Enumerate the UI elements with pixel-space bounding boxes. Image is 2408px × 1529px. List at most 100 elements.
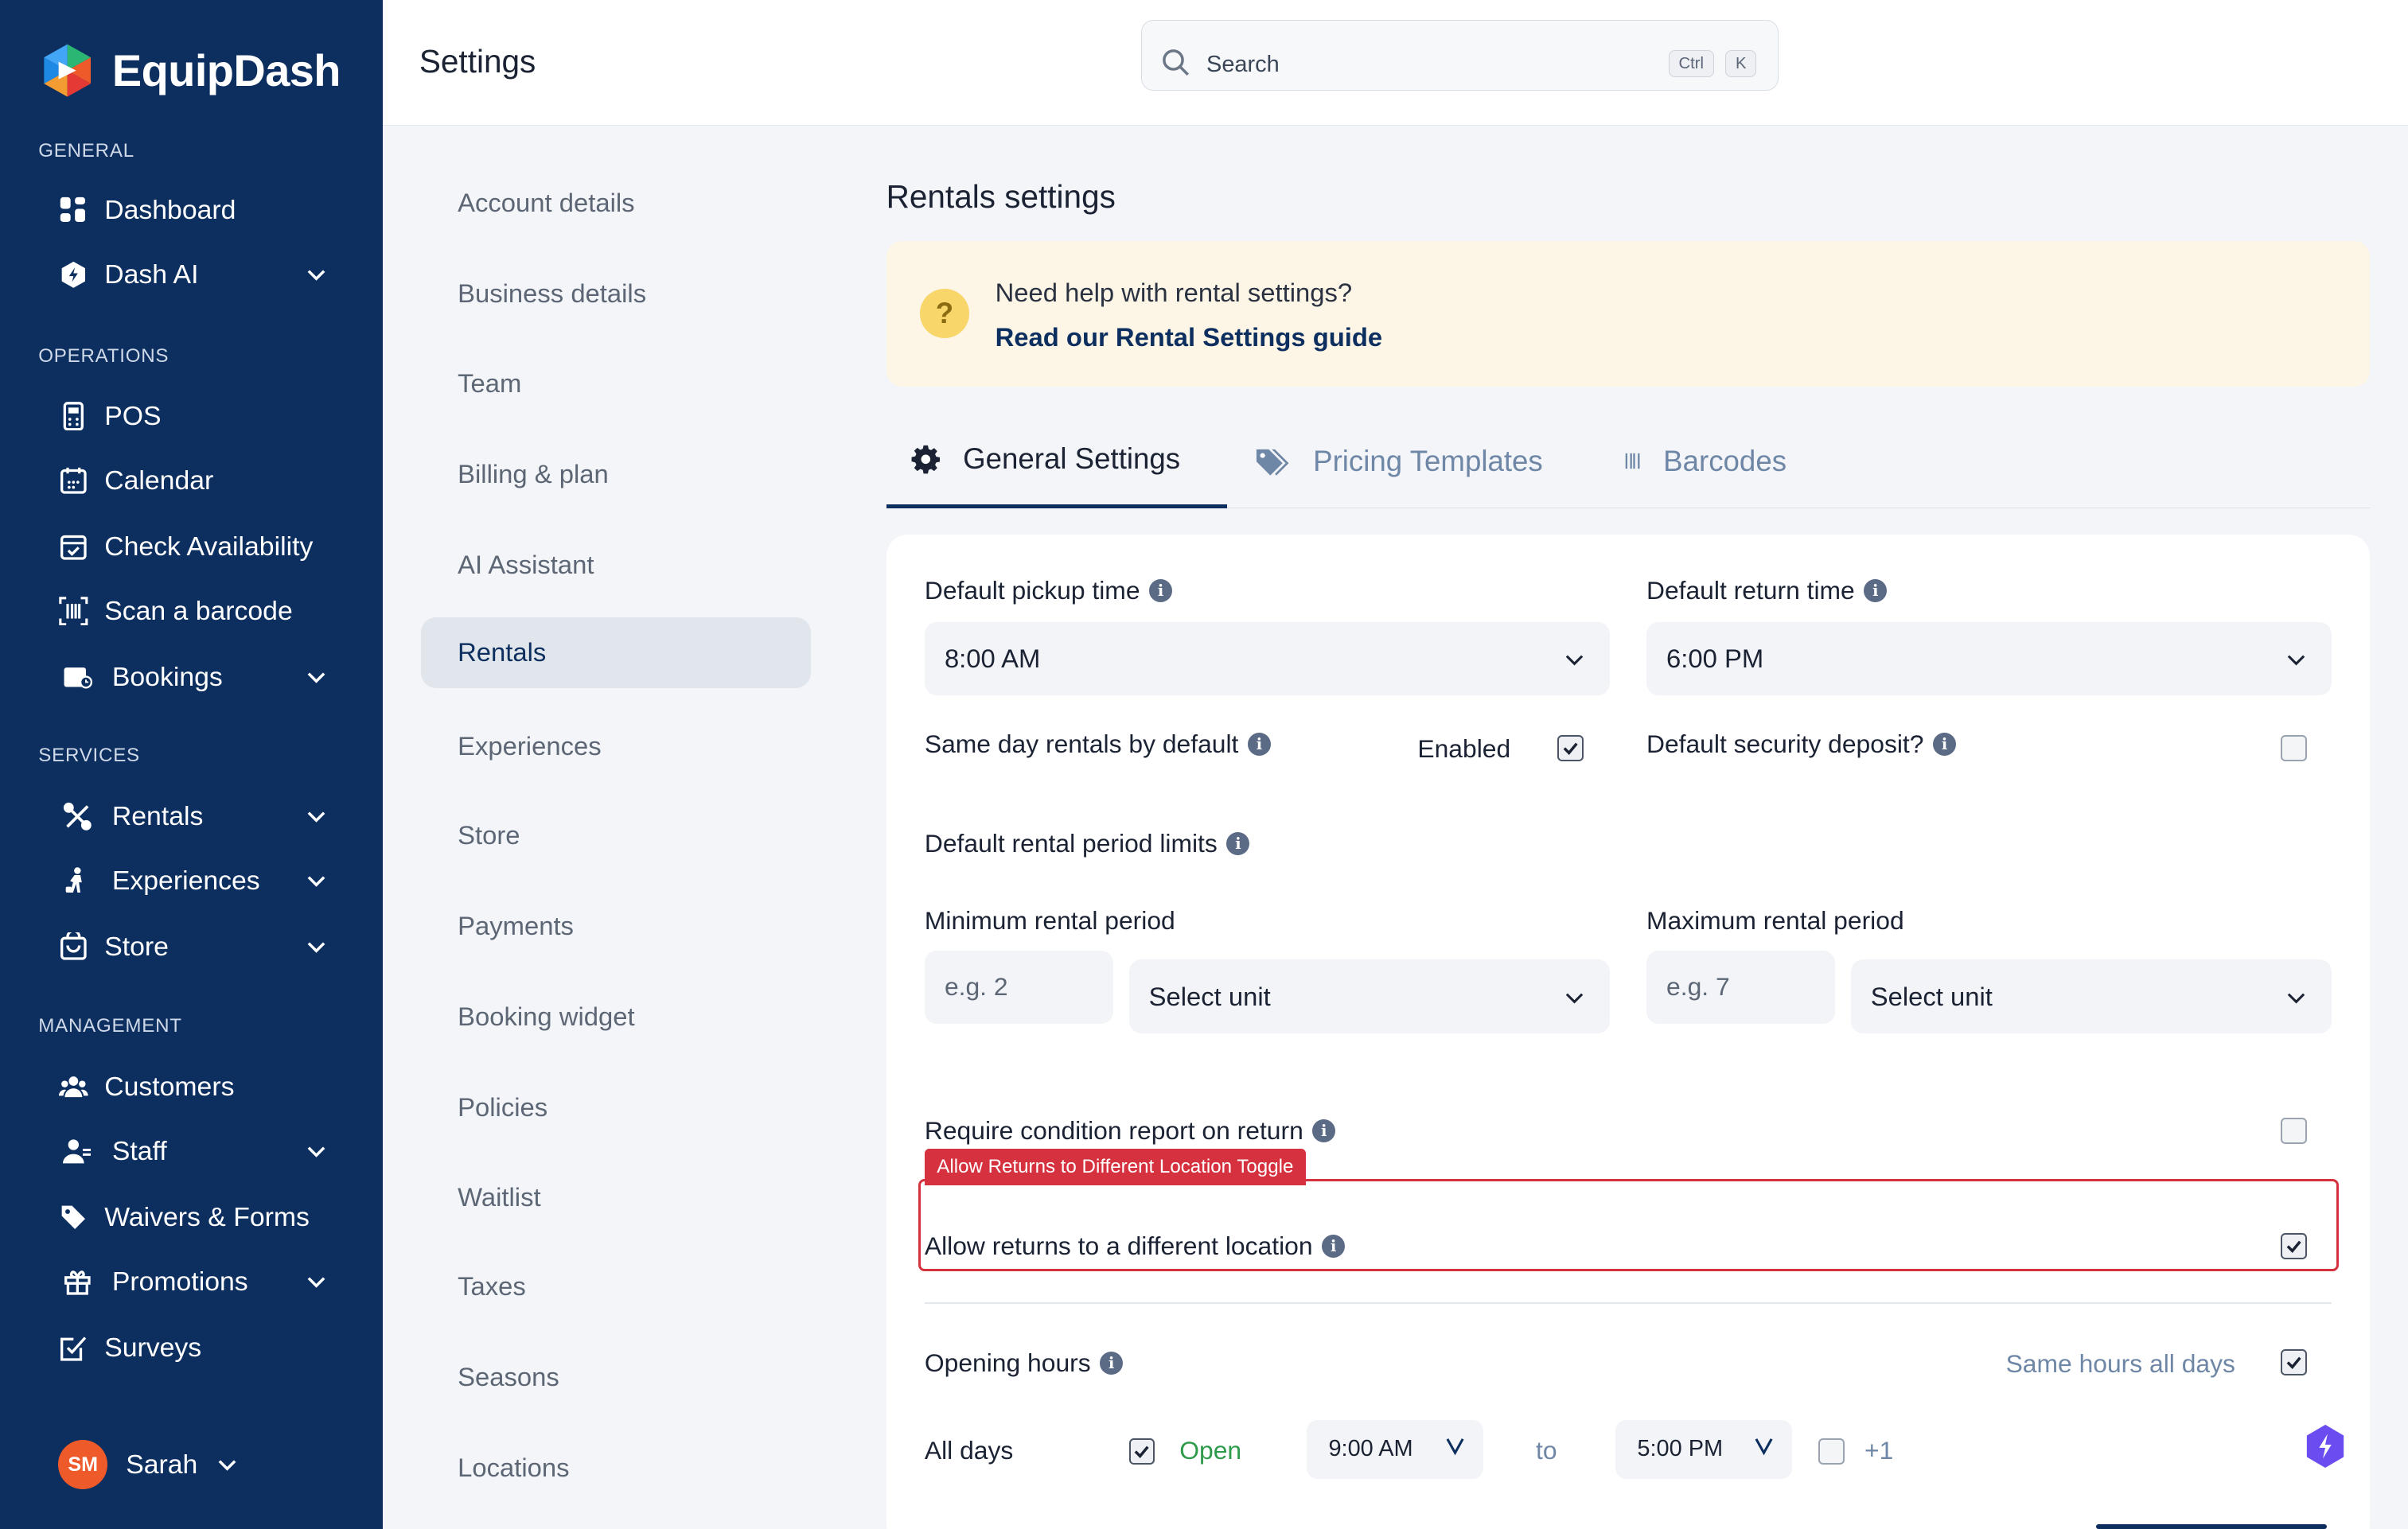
- sidebar-item-scan-barcode[interactable]: Scan a barcode: [58, 585, 327, 637]
- tab-label: Barcodes: [1663, 444, 1787, 477]
- sidebar-item-bookings[interactable]: Bookings: [58, 651, 327, 703]
- search-input[interactable]: Search Ctrl K: [1140, 20, 1779, 91]
- kbd-ctrl: Ctrl: [1668, 49, 1714, 78]
- sidebar-item-dash-ai[interactable]: Dash AI: [58, 249, 327, 302]
- customers-icon: [58, 1072, 89, 1103]
- sidebar: EquipDash GENERAL Dashboard Dash AI OPER…: [0, 0, 383, 1529]
- info-icon[interactable]: i: [1864, 578, 1888, 602]
- app-name: EquipDash: [111, 45, 341, 96]
- tab-pricing-templates[interactable]: Pricing Templates: [1255, 414, 1543, 508]
- close-time-select[interactable]: 5:00 PM: [1615, 1420, 1793, 1479]
- chevron-down-icon: [307, 876, 325, 888]
- sidebar-item-store[interactable]: Store: [58, 921, 327, 974]
- app-logo[interactable]: EquipDash: [38, 41, 341, 99]
- subnav-payments[interactable]: Payments: [421, 890, 811, 961]
- info-icon[interactable]: i: [1149, 578, 1173, 602]
- label-text: Require condition report on return: [924, 1116, 1303, 1146]
- tab-barcodes[interactable]: Barcodes: [1623, 414, 1787, 508]
- info-icon[interactable]: i: [1322, 1234, 1346, 1258]
- help-banner: ? Need help with rental settings? Read o…: [886, 241, 2370, 387]
- subnav-waitlist[interactable]: Waitlist: [421, 1162, 811, 1233]
- sidebar-item-check-availability[interactable]: Check Availability: [58, 520, 327, 573]
- subnav-account-details[interactable]: Account details: [421, 167, 811, 238]
- check-icon: [2286, 1356, 2301, 1370]
- condition-report-checkbox[interactable]: [2281, 1118, 2307, 1144]
- info-icon[interactable]: i: [1100, 1351, 1124, 1375]
- divider: [924, 1301, 2332, 1304]
- chevron-down-icon: [2287, 655, 2305, 666]
- gift-icon: [58, 1266, 96, 1298]
- min-period-input[interactable]: e.g. 2: [924, 950, 1114, 1025]
- period-limits-label: Default rental period limits i: [925, 829, 1250, 858]
- different-location-checkbox[interactable]: [2281, 1232, 2307, 1259]
- chevron-down-icon: [1565, 655, 1583, 666]
- all-days-open-checkbox[interactable]: [1128, 1438, 1155, 1465]
- min-unit-select[interactable]: Select unit: [1128, 959, 1610, 1033]
- same-day-checkbox[interactable]: [1557, 735, 1584, 762]
- label-text: Default security deposit?: [1646, 729, 1924, 758]
- info-icon[interactable]: i: [1226, 832, 1250, 856]
- check-icon: [1563, 742, 1578, 756]
- select-value: Select unit: [1148, 981, 1271, 1011]
- sidebar-item-dashboard[interactable]: Dashboard: [58, 185, 327, 237]
- chevron-down-icon: [307, 942, 325, 954]
- pickup-time-select[interactable]: 8:00 AM: [924, 621, 1610, 696]
- subnav-policies[interactable]: Policies: [421, 1072, 811, 1142]
- return-time-select[interactable]: 6:00 PM: [1646, 621, 2332, 696]
- lightning-badge-icon[interactable]: [2304, 1423, 2347, 1469]
- chevron-down-icon: [218, 1460, 236, 1471]
- sidebar-item-label: POS: [104, 400, 162, 431]
- kbd-k: K: [1725, 49, 1757, 78]
- sidebar-item-rentals[interactable]: Rentals: [58, 791, 327, 843]
- subnav-locations[interactable]: Locations: [421, 1433, 811, 1504]
- max-period-input[interactable]: e.g. 7: [1646, 950, 1836, 1025]
- chevron-down-icon: [307, 672, 325, 683]
- sidebar-item-staff[interactable]: Staff: [58, 1126, 327, 1178]
- info-icon[interactable]: i: [1933, 732, 1956, 756]
- sidebar-item-customers[interactable]: Customers: [58, 1061, 327, 1114]
- same-hours-checkbox[interactable]: [2281, 1349, 2307, 1376]
- open-status: Open: [1179, 1435, 1242, 1465]
- deposit-checkbox[interactable]: [2281, 735, 2307, 762]
- info-icon[interactable]: i: [1247, 732, 1271, 756]
- scroll-indicator: [2096, 1524, 2327, 1529]
- max-unit-select[interactable]: Select unit: [1850, 959, 2332, 1033]
- open-time-select[interactable]: 9:00 AM: [1307, 1420, 1484, 1479]
- question-icon: ?: [920, 288, 969, 338]
- all-days-label: All days: [924, 1435, 1014, 1465]
- user-menu[interactable]: SM Sarah: [58, 1440, 237, 1490]
- sidebar-item-promotions[interactable]: Promotions: [58, 1256, 327, 1309]
- same-day-state: Enabled: [1417, 733, 1511, 763]
- experiences-icon: [58, 866, 96, 897]
- subnav-team[interactable]: Team: [421, 348, 811, 419]
- sidebar-item-label: Scan a barcode: [104, 595, 293, 626]
- sidebar-item-waivers-forms[interactable]: Waivers & Forms: [58, 1192, 327, 1244]
- subnav-billing-plan[interactable]: Billing & plan: [421, 439, 811, 510]
- subnav-business-details[interactable]: Business details: [421, 258, 811, 329]
- help-guide-link[interactable]: Read our Rental Settings guide: [996, 322, 1383, 352]
- gear-icon: [912, 445, 941, 474]
- tab-general-settings[interactable]: General Settings: [886, 414, 1228, 508]
- chevron-down-icon: [307, 1277, 325, 1288]
- info-icon[interactable]: i: [1312, 1119, 1336, 1143]
- subnav-store[interactable]: Store: [421, 800, 811, 871]
- sidebar-item-experiences[interactable]: Experiences: [58, 855, 327, 908]
- sidebar-item-calendar[interactable]: Calendar: [58, 454, 327, 507]
- sidebar-item-label: Experiences: [111, 866, 260, 897]
- subnav-rentals[interactable]: Rentals: [420, 617, 812, 688]
- sidebar-item-surveys[interactable]: Surveys: [58, 1322, 327, 1375]
- sidebar-item-label: Waivers & Forms: [104, 1201, 310, 1232]
- ai-icon: [58, 259, 89, 290]
- min-period-label: Minimum rental period: [924, 905, 1175, 935]
- subnav-taxes[interactable]: Taxes: [421, 1251, 811, 1322]
- sidebar-item-label: Rentals: [111, 801, 204, 832]
- sidebar-item-pos[interactable]: POS: [58, 390, 327, 442]
- select-value: 9:00 AM: [1328, 1436, 1413, 1462]
- subnav-seasons[interactable]: Seasons: [421, 1342, 811, 1413]
- subnav-experiences[interactable]: Experiences: [421, 711, 811, 782]
- tag-icon: [58, 1202, 89, 1233]
- label-text: Default return time: [1646, 575, 1855, 605]
- next-day-checkbox[interactable]: [1818, 1438, 1845, 1465]
- subnav-booking-widget[interactable]: Booking widget: [421, 981, 811, 1052]
- subnav-ai-assistant[interactable]: AI Assistant: [421, 530, 811, 601]
